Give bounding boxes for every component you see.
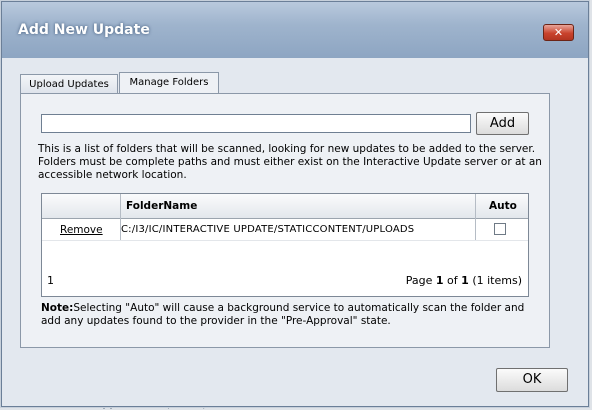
add-button-label: Add bbox=[489, 116, 516, 131]
tab-upload-updates-label: Upload Updates bbox=[29, 79, 109, 90]
tab-manage-folders-label: Manage Folders bbox=[129, 77, 209, 88]
note-text: Selecting "Auto" will cause a background… bbox=[41, 302, 525, 327]
pager-total-pages: 1 bbox=[461, 274, 469, 287]
pager-summary: Page 1 of 1 (1 items) bbox=[406, 274, 522, 287]
table-row: Remove C:/I3/IC/INTERACTIVE UPDATE/STATI… bbox=[42, 219, 528, 241]
grid-header-auto[interactable]: Auto bbox=[489, 200, 517, 212]
note-label: Note: bbox=[41, 302, 74, 314]
ok-button[interactable]: OK bbox=[496, 368, 568, 392]
close-icon: ✕ bbox=[553, 26, 564, 39]
add-new-update-dialog: Add New Update ✕ Upload Updates Manage F… bbox=[1, 1, 589, 407]
pager-of-label: of bbox=[443, 274, 462, 287]
auto-note: Note:Selecting "Auto" will cause a backg… bbox=[41, 302, 541, 328]
folder-name-cell: C:/I3/IC/INTERACTIVE UPDATE/STATICCONTEN… bbox=[121, 224, 415, 235]
pager-page-number[interactable]: 1 bbox=[47, 274, 54, 287]
tab-upload-updates[interactable]: Upload Updates bbox=[20, 74, 118, 95]
folders-description: This is a list of folders that will be s… bbox=[38, 143, 542, 181]
remove-folder-link[interactable]: Remove bbox=[60, 224, 103, 236]
folders-grid: FolderName Auto Remove C:/I3/IC/INTERACT… bbox=[41, 193, 529, 297]
dialog-title: Add New Update bbox=[18, 22, 150, 38]
add-button[interactable]: Add bbox=[476, 112, 529, 135]
pager-current-page: 1 bbox=[435, 274, 444, 287]
manage-folders-panel: Add This is a list of folders that will … bbox=[20, 93, 550, 348]
pager-page-prefix: Page bbox=[405, 274, 436, 287]
close-button[interactable]: ✕ bbox=[543, 24, 574, 41]
folder-path-input[interactable] bbox=[41, 114, 471, 133]
grid-header-foldername[interactable]: FolderName bbox=[126, 200, 197, 212]
pager-items-count: (1 items) bbox=[468, 274, 522, 287]
grid-header: FolderName Auto bbox=[42, 194, 528, 219]
dialog-titlebar[interactable]: Add New Update ✕ bbox=[2, 2, 588, 58]
auto-checkbox[interactable] bbox=[494, 223, 506, 235]
ok-button-label: OK bbox=[522, 372, 542, 387]
tab-manage-folders[interactable]: Manage Folders bbox=[119, 72, 219, 95]
